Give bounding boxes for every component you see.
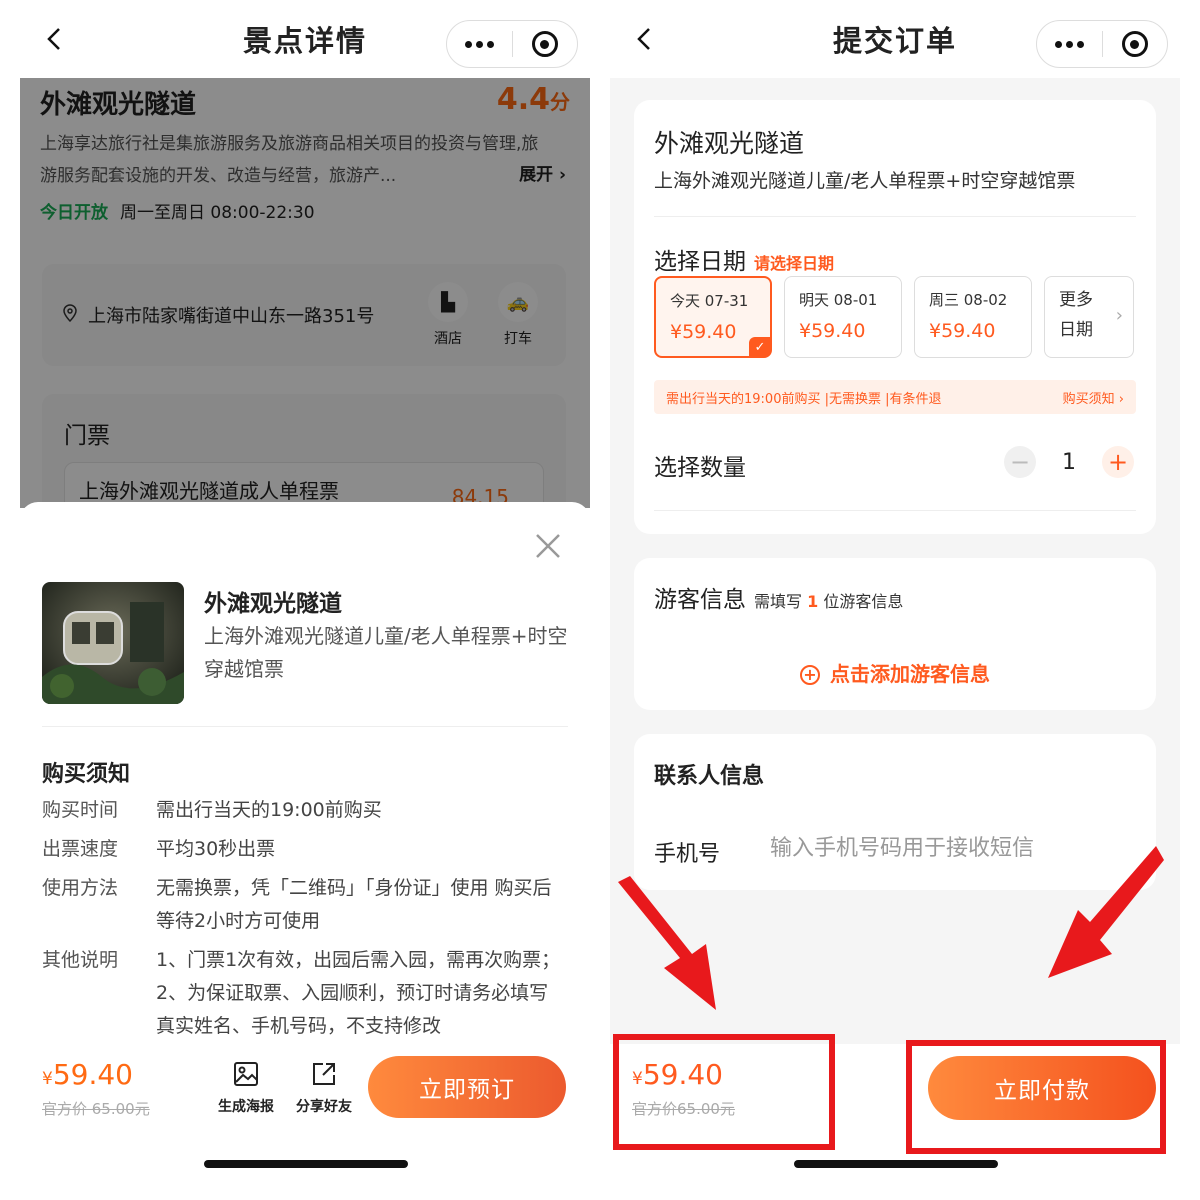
price-symbol: ¥ — [42, 1069, 53, 1089]
traveler-card: 游客信息 需填写 1 位游客信息 + 点击添加游客信息 — [634, 558, 1156, 710]
mini-program-capsule — [1036, 20, 1168, 68]
increase-button[interactable]: + — [1102, 446, 1134, 478]
date-options: 今天 07-31 ¥59.40 ✓ 明天 08-01 ¥59.40 周三 08-… — [654, 276, 1134, 358]
notice-key: 使用方法 — [42, 877, 119, 899]
notice-key: 购买时间 — [42, 799, 119, 821]
notice-row: 出票速度 平均30秒出票 — [42, 833, 567, 866]
product-subtitle: 上海外滩观光隧道儿童/老人单程票+时空穿越馆票 — [204, 624, 568, 681]
date-hint: 请选择日期 — [754, 254, 835, 273]
price-value: 59.40 — [52, 1058, 133, 1091]
add-traveler-label: 点击添加游客信息 — [830, 662, 990, 686]
notice-value: 1、门票1次有效，出园后需入园，需再次购票； 2、为保证取票、入园顺利，预订时请… — [156, 949, 561, 1037]
traveler-hint-pre: 需填写 — [754, 592, 803, 611]
check-icon: ✓ — [749, 337, 771, 357]
navbar: 提交订单 — [610, 0, 1180, 78]
order-card: 外滩观光隧道 上海外滩观光隧道儿童/老人单程票+时空穿越馆票 选择日期 请选择日期… — [634, 100, 1156, 534]
sheet-price: ¥59.40 — [42, 1058, 133, 1091]
date-price: ¥59.40 — [799, 320, 866, 342]
navbar: 景点详情 — [20, 0, 590, 78]
date-option-tomorrow[interactable]: 明天 08-01 ¥59.40 — [784, 276, 902, 358]
share-icon — [313, 1063, 335, 1085]
plus-circle-icon: + — [800, 665, 820, 685]
pay-highlight-box — [906, 1040, 1166, 1154]
contact-title: 联系人信息 — [654, 764, 765, 789]
page-title: 景点详情 — [242, 24, 367, 58]
home-indicator — [794, 1160, 998, 1168]
notice-key: 其他说明 — [42, 949, 119, 971]
purchase-notice-link[interactable]: 购买须知 › — [1063, 388, 1124, 407]
quantity-value: 1 — [1062, 449, 1076, 475]
date-label: 明天 08-01 — [799, 291, 878, 309]
close-program-button[interactable] — [513, 21, 578, 67]
close-program-button[interactable] — [1103, 21, 1168, 67]
divider — [42, 726, 568, 727]
order-product-subtitle: 上海外滩观光隧道儿童/老人单程票+时空穿越馆票 — [654, 170, 1076, 192]
notice-value: 无需换票，凭「二维码」「身份证」使用 购买后等待2小时方可使用 — [156, 877, 552, 932]
poster-label: 生成海报 — [218, 1099, 274, 1115]
more-dates-button[interactable]: 更多 日期 › — [1044, 276, 1134, 358]
modal-overlay[interactable] — [20, 78, 590, 508]
notice-row: 购买时间 需出行当天的19:00前购买 — [42, 794, 567, 827]
quantity-stepper: − 1 + — [1004, 446, 1134, 478]
back-icon[interactable] — [632, 26, 658, 52]
decrease-button[interactable]: − — [1004, 446, 1036, 478]
book-now-button[interactable]: 立即预订 — [368, 1056, 566, 1118]
more-dots-icon — [464, 40, 494, 48]
official-price: 官方价 65.00元 — [42, 1100, 150, 1118]
traveler-title: 游客信息 需填写 1 位游客信息 — [654, 580, 903, 614]
purchase-sheet: 外滩观光隧道 上海外滩观光隧道儿童/老人单程票+时空穿越馆票 购买须知 购买时间… — [20, 502, 590, 1200]
date-title: 选择日期 — [654, 249, 746, 275]
attraction-detail-screen: 外滩观光隧道 4.4分 上海享达旅行社是集旅游服务及旅游商品相关项目的投资与管理… — [20, 0, 590, 1200]
share-button[interactable]: 分享好友 — [292, 1060, 356, 1116]
quantity-label: 选择数量 — [654, 455, 746, 481]
notice-value: 需出行当天的19:00前购买 — [156, 799, 382, 821]
chevron-right-icon: › — [1115, 305, 1123, 326]
notice-row: 使用方法 无需换票，凭「二维码」「身份证」使用 购买后等待2小时方可使用 — [42, 872, 567, 938]
date-section-title: 选择日期 请选择日期 — [654, 242, 834, 276]
phone-label: 手机号 — [654, 842, 721, 867]
close-icon[interactable] — [534, 532, 562, 560]
sheet-action-bar: ¥59.40 官方价 65.00元 生成海报 分享好友 立即预订 — [20, 1048, 590, 1128]
traveler-heading: 游客信息 — [654, 587, 746, 613]
traveler-hint-post: 位游客信息 — [823, 592, 904, 611]
poster-button[interactable]: 生成海报 — [214, 1060, 278, 1116]
home-indicator — [204, 1160, 408, 1168]
date-label: 周三 08-02 — [929, 291, 1008, 309]
notice-title: 购买须知 — [42, 762, 131, 787]
date-label: 今天 07-31 — [670, 292, 749, 310]
purchase-tip: 需出行当天的19:00前购买 |无需换票 |有条件退 — [666, 391, 942, 407]
product-name: 外滩观光隧道 — [204, 591, 342, 617]
image-icon — [234, 1062, 258, 1086]
date-option-wednesday[interactable]: 周三 08-02 ¥59.40 — [914, 276, 1032, 358]
more-button[interactable] — [447, 21, 512, 67]
notice-key: 出票速度 — [42, 838, 119, 860]
notice-value: 平均30秒出票 — [156, 838, 276, 860]
date-option-today[interactable]: 今天 07-31 ¥59.40 ✓ — [654, 276, 772, 358]
arrow-to-price-icon — [618, 876, 716, 1010]
traveler-hint: 需填写 1 位游客信息 — [754, 592, 903, 611]
share-label: 分享好友 — [296, 1099, 352, 1115]
back-icon[interactable] — [42, 26, 68, 52]
divider — [654, 510, 1136, 511]
purchase-tip-bar: 需出行当天的19:00前购买 |无需换票 |有条件退 购买须知 › — [654, 380, 1136, 414]
arrow-to-pay-icon — [1048, 846, 1164, 978]
add-traveler-button[interactable]: + 点击添加游客信息 — [634, 658, 1156, 687]
more-dots-icon — [1054, 40, 1084, 48]
order-submit-screen: 提交订单 外滩观光隧道 上海外滩观光隧道儿童/老人单程票+时空穿越馆票 选择日期… — [610, 0, 1180, 1200]
target-icon — [531, 31, 558, 57]
date-price: ¥59.40 — [929, 320, 996, 342]
target-icon — [1121, 31, 1148, 57]
price-highlight-box — [613, 1034, 835, 1150]
notice-list: 购买时间 需出行当天的19:00前购买 出票速度 平均30秒出票 使用方法 无需换票，… — [42, 794, 567, 1049]
traveler-count: 1 — [807, 592, 819, 611]
divider — [654, 216, 1136, 217]
mini-program-capsule — [446, 20, 578, 68]
product-thumbnail — [42, 582, 184, 704]
page-title: 提交订单 — [832, 24, 957, 58]
more-button[interactable] — [1037, 21, 1102, 67]
order-product-name: 外滩观光隧道 — [654, 129, 805, 158]
notice-row: 其他说明 1、门票1次有效，出园后需入园，需再次购票； 2、为保证取票、入园顺利，… — [42, 944, 567, 1043]
